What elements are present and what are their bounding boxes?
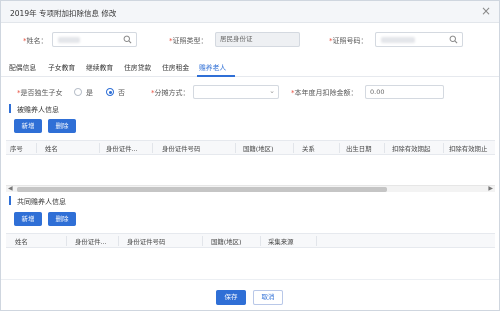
column-header: 扣除有效期止 — [449, 145, 488, 153]
cancel-button[interactable]: 取消 — [253, 290, 283, 305]
id-number-label: *证照号码： — [329, 37, 368, 45]
co-supporters-section-title: 共同赡养人信息 — [17, 198, 66, 206]
tab-housing-rent[interactable]: 住房租金 — [162, 62, 189, 72]
name-label: *姓名： — [23, 37, 48, 45]
active-tab-indicator — [197, 75, 235, 77]
radio-yes[interactable] — [74, 88, 82, 96]
co-supporters-table-header: 姓名 身份证件... 身份证件号码 国籍(地区) 采集来源 — [6, 233, 495, 248]
section-marker — [9, 104, 11, 113]
column-header: 身份证件... — [106, 145, 138, 153]
column-header: 采集来源 — [268, 238, 294, 246]
tab-bar: 配偶信息 子女教育 继续教育 住房贷款 住房租金 赡养老人 — [1, 61, 499, 77]
monthly-deduction-label: *本年度月扣除金额： — [291, 89, 358, 97]
only-child-label: *是否独生子女 — [17, 89, 63, 97]
tab-continuing-education[interactable]: 继续教育 — [86, 62, 113, 72]
id-type-field: 居民身份证 — [215, 32, 300, 47]
delete-dependent-button[interactable]: 删除 — [48, 119, 76, 133]
close-icon[interactable]: × — [481, 4, 491, 18]
column-header: 扣除有效期起 — [392, 145, 431, 153]
column-header: 姓名 — [15, 238, 28, 246]
column-header: 姓名 — [45, 145, 58, 153]
add-co-supporter-button[interactable]: 新增 — [14, 212, 42, 226]
edit-dialog: 2019年 专项附加扣除信息 修改 × *姓名： *证照类型： 居民身份证 *证… — [0, 0, 500, 311]
column-header: 出生日期 — [346, 145, 372, 153]
radio-no[interactable] — [106, 88, 114, 96]
dialog-title: 2019年 专项附加扣除信息 修改 — [10, 9, 117, 18]
search-icon[interactable] — [449, 35, 458, 44]
tab-elderly-support[interactable]: 赡养老人 — [199, 62, 226, 72]
scroll-left-icon[interactable]: ◀ — [8, 185, 13, 192]
horizontal-scrollbar[interactable]: ◀ ▶ — [6, 185, 495, 192]
column-header: 关系 — [302, 145, 315, 153]
save-button[interactable]: 保存 — [216, 290, 246, 305]
column-header: 国籍(地区) — [243, 145, 274, 153]
tab-child-education[interactable]: 子女教育 — [48, 62, 75, 72]
scroll-right-icon[interactable]: ▶ — [488, 185, 493, 192]
column-header: 国籍(地区) — [211, 238, 242, 246]
column-header: 身份证件号码 — [127, 238, 166, 246]
monthly-deduction-field[interactable]: 0.00 — [365, 85, 444, 99]
id-type-label: *证照类型： — [169, 37, 208, 45]
column-header: 身份证件... — [75, 238, 107, 246]
scrollbar-thumb[interactable] — [17, 187, 387, 192]
dialog-titlebar: 2019年 专项附加扣除信息 修改 × — [1, 1, 499, 23]
dependents-table-header: 序号 姓名 身份证件... 身份证件号码 国籍(地区) 关系 出生日期 扣除有效… — [6, 140, 495, 155]
chevron-down-icon: ⌄ — [269, 87, 275, 95]
column-header: 身份证件号码 — [162, 145, 201, 153]
radio-yes-label: 是 — [86, 89, 93, 97]
search-icon[interactable] — [123, 35, 132, 44]
tab-spouse[interactable]: 配偶信息 — [9, 62, 36, 72]
column-header: 序号 — [10, 145, 23, 153]
add-dependent-button[interactable]: 新增 — [14, 119, 42, 133]
dependents-section-title: 被赡养人信息 — [17, 106, 59, 114]
radio-no-label: 否 — [118, 89, 125, 97]
split-method-select[interactable]: ⌄ — [193, 85, 279, 99]
id-number-field[interactable] — [375, 32, 463, 47]
section-marker — [9, 196, 11, 205]
split-method-label: *分摊方式： — [151, 89, 190, 97]
delete-co-supporter-button[interactable]: 删除 — [48, 212, 76, 226]
name-field[interactable] — [52, 32, 137, 47]
tab-housing-loan[interactable]: 住房贷款 — [124, 62, 151, 72]
footer-divider — [1, 279, 499, 280]
